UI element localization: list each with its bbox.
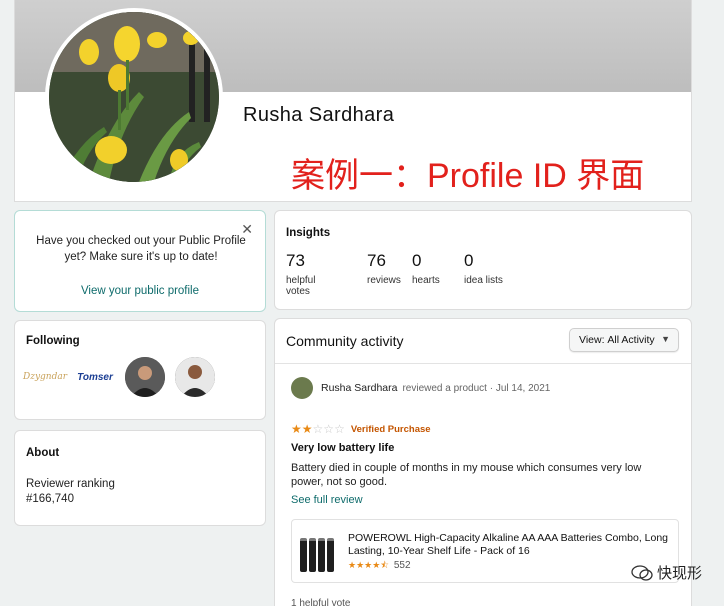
stat-hearts: 0 hearts <box>412 251 456 297</box>
star-filled-icon: ★ <box>301 422 313 436</box>
stat-label: reviews <box>367 275 401 286</box>
stat-helpful-votes: 73 helpful votes <box>286 251 335 297</box>
public-profile-prompt: ✕ Have you checked out your Public Profi… <box>14 210 266 312</box>
stat-value: 76 <box>367 251 386 270</box>
stat-label: helpful votes <box>286 275 316 297</box>
helpful-votes-count: 1 helpful vote <box>291 598 351 606</box>
reviewer-ranking: Reviewer ranking #166,740 <box>26 477 115 507</box>
insights-stats: 73 helpful votes 76 reviews 0 hearts 0 i… <box>286 251 524 297</box>
activity-view-dropdown[interactable]: View: All Activity ▼ <box>569 328 679 352</box>
review-title[interactable]: Very low battery life <box>291 442 394 454</box>
ranking-label: Reviewer ranking <box>26 478 115 490</box>
stat-value: 0 <box>412 251 422 270</box>
see-full-review-link[interactable]: See full review <box>291 494 363 506</box>
following-logo-tomser[interactable]: Tomser <box>75 357 115 397</box>
stat-label: hearts <box>412 275 440 286</box>
activity-title: Community activity <box>286 333 404 349</box>
profile-header: Rusha Sardhara 案例一：Profile ID 界面 <box>14 0 692 202</box>
reviewed-product-card[interactable]: POWEROWL High-Capacity Alkaline AA AAA B… <box>291 519 679 583</box>
star-half-icon: ⯪ <box>380 560 389 570</box>
following-card: Following Dzygndar Tomser <box>14 320 266 420</box>
star-filled-icon: ★ <box>356 560 365 570</box>
about-card: About Reviewer ranking #166,740 <box>14 430 266 526</box>
community-activity-card: Community activity View: All Activity ▼ … <box>274 318 692 606</box>
stat-idea-lists: 0 idea lists <box>464 251 524 297</box>
product-rating: ★ ★ ★ ★ ⯪ 552 <box>348 560 411 571</box>
profile-name: Rusha Sardhara <box>243 104 395 126</box>
following-avatar[interactable] <box>175 357 215 397</box>
review-body: Battery died in couple of months in my m… <box>291 462 642 488</box>
following-list: Dzygndar Tomser <box>23 357 215 397</box>
stat-value: 73 <box>286 251 305 270</box>
verified-purchase-badge: Verified Purchase <box>350 423 431 435</box>
prompt-message: Have you checked out your Public Profile… <box>36 235 246 263</box>
reviewer-name[interactable]: Rusha Sardhara <box>321 382 397 394</box>
insights-title: Insights <box>286 227 331 239</box>
person-avatar-icon <box>175 357 215 397</box>
chevron-down-icon: ▼ <box>661 334 670 344</box>
stat-value: 0 <box>464 251 474 270</box>
star-filled-icon: ★ <box>291 422 302 436</box>
person-avatar-icon <box>125 357 165 397</box>
review-header: Rusha Sardhara reviewed a product · Jul … <box>291 377 550 399</box>
star-empty-icon: ☆ <box>312 422 324 436</box>
star-empty-icon: ☆ <box>334 422 345 436</box>
product-rating-count[interactable]: 552 <box>394 560 411 571</box>
about-title: About <box>26 447 60 459</box>
tulip-photo <box>49 12 219 182</box>
star-filled-icon: ★ <box>348 560 357 570</box>
divider <box>275 363 691 364</box>
reviewer-avatar[interactable] <box>291 377 313 399</box>
insights-card: Insights 73 helpful votes 76 reviews 0 h… <box>274 210 692 310</box>
annotation-overlay: 案例一：Profile ID 界面 <box>291 157 645 195</box>
wechat-icon <box>631 564 653 581</box>
following-title: Following <box>26 335 80 347</box>
review-rating: ★ ★ ☆ ☆ ☆ Verified Purchase <box>291 423 431 435</box>
profile-avatar <box>45 8 223 186</box>
stat-reviews: 76 reviews <box>367 251 413 297</box>
stat-label: idea lists <box>464 275 503 286</box>
review-meta: reviewed a product · Jul 14, 2021 <box>402 382 551 394</box>
ranking-value: #166,740 <box>26 493 74 505</box>
following-avatar[interactable] <box>125 357 165 397</box>
star-filled-icon: ★ <box>372 560 381 570</box>
watermark-text: 快现形 <box>656 564 702 582</box>
star-empty-icon: ☆ <box>323 422 335 436</box>
view-label: View: <box>579 334 605 346</box>
star-filled-icon: ★ <box>364 560 373 570</box>
view-value: All Activity <box>607 334 655 346</box>
view-public-profile-link[interactable]: View your public profile <box>15 285 265 297</box>
product-image[interactable] <box>300 534 340 572</box>
following-logo-dzygndar[interactable]: Dzygndar <box>23 357 67 397</box>
product-title[interactable]: POWEROWL High-Capacity Alkaline AA AAA B… <box>348 532 668 558</box>
watermark: 快现形 <box>631 562 702 583</box>
